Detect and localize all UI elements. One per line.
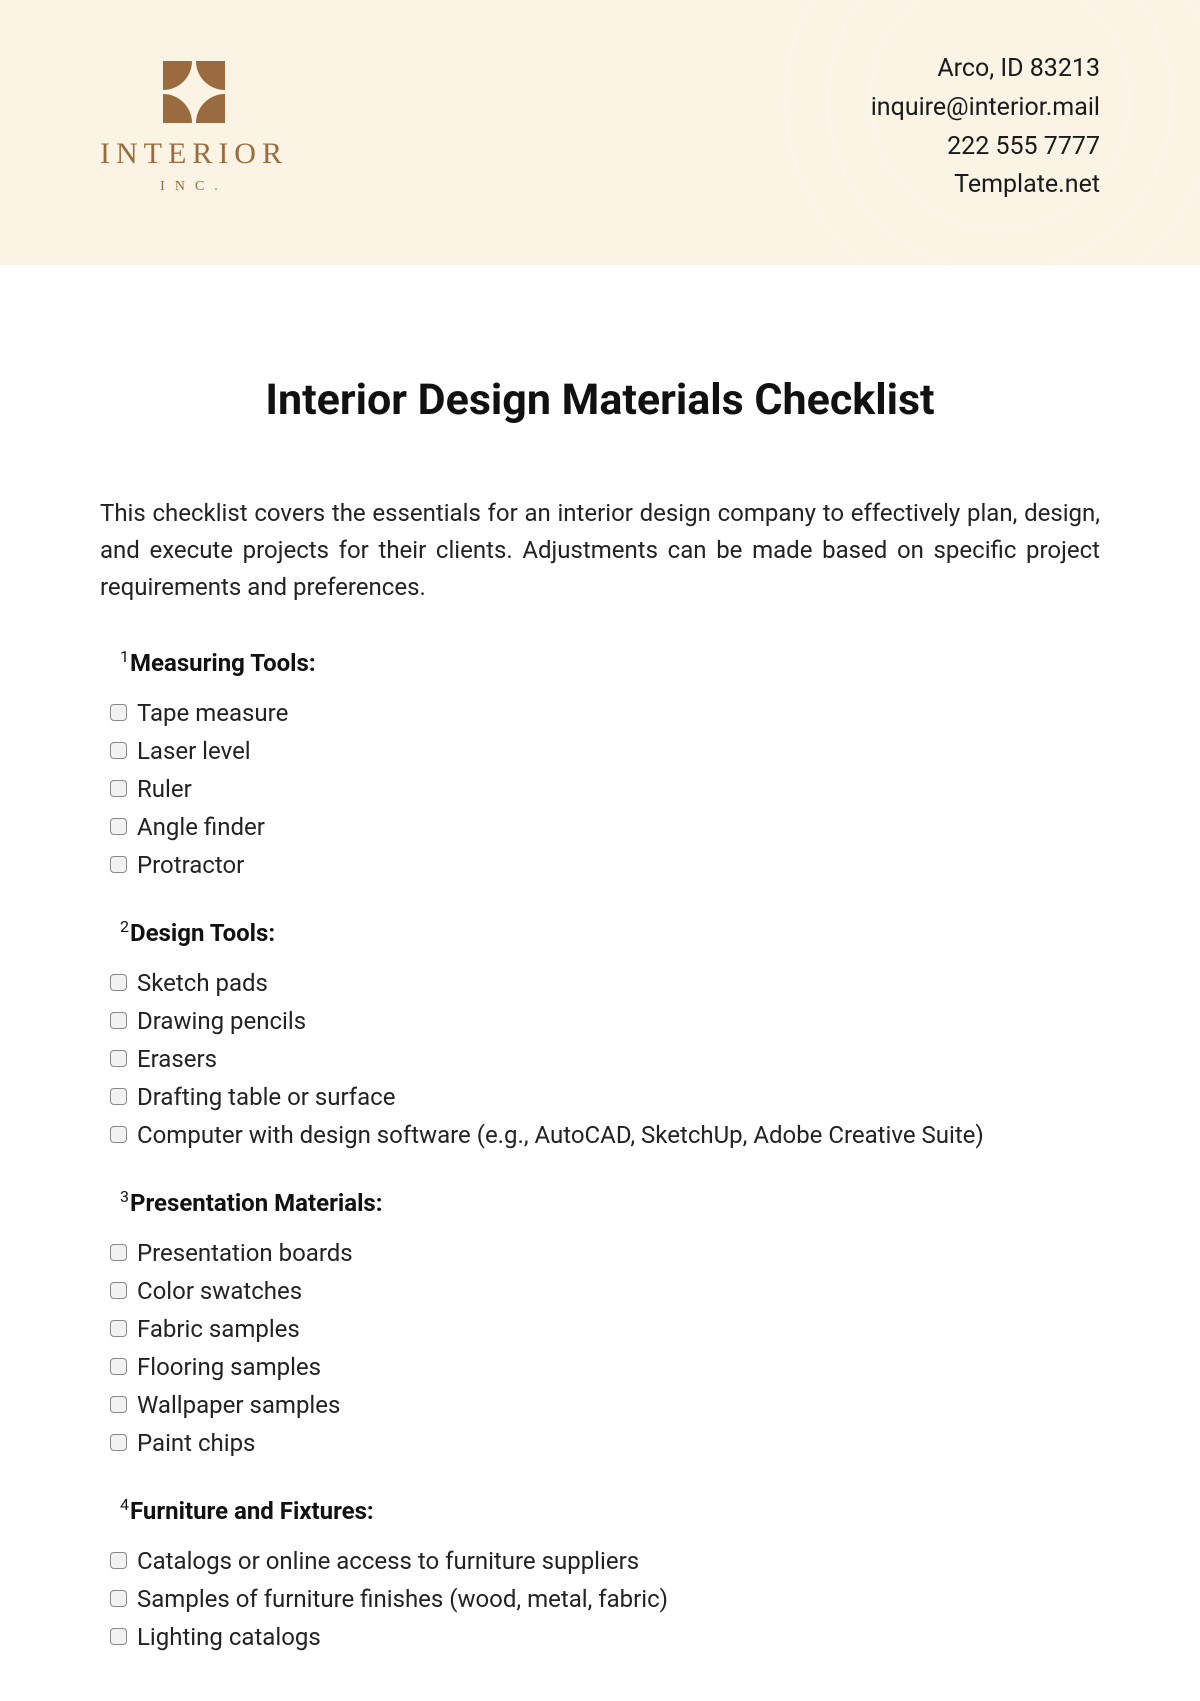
checklist-section: 3Presentation Materials: Presentation boa…: [100, 1187, 1100, 1457]
checkbox-icon[interactable]: [110, 1552, 127, 1569]
checklist-item-label: Tape measure: [137, 699, 288, 727]
logo-name: INTERIOR: [100, 137, 288, 171]
section-title-text: Furniture and Fixtures:: [130, 1497, 374, 1525]
contact-email: inquire@interior.mail: [871, 89, 1100, 128]
section-heading: 4Furniture and Fixtures:: [120, 1495, 1100, 1525]
section-number: 1: [120, 647, 129, 666]
checklist-item: Lighting catalogs: [110, 1623, 1100, 1651]
checklist-item: Color swatches: [110, 1277, 1100, 1305]
section-heading: 2Design Tools:: [120, 917, 1100, 947]
checklist-item-label: Wallpaper samples: [137, 1391, 340, 1419]
logo-icon: [163, 61, 225, 123]
checklist-item-label: Presentation boards: [137, 1239, 353, 1267]
section-title-text: Measuring Tools:: [130, 649, 316, 677]
checklist-item: Angle finder: [110, 813, 1100, 841]
section-heading: 1Measuring Tools:: [120, 647, 1100, 677]
checklist-item: Fabric samples: [110, 1315, 1100, 1343]
checkbox-icon[interactable]: [110, 818, 127, 835]
checklist-item: Computer with design software (e.g., Aut…: [110, 1121, 1100, 1149]
checklist-item: Protractor: [110, 851, 1100, 879]
contact-address: Arco, ID 83213: [871, 50, 1100, 89]
checkbox-icon[interactable]: [110, 1396, 127, 1413]
checklist-section: 1Measuring Tools: Tape measure Laser level…: [100, 647, 1100, 879]
checklist-section: 2Design Tools: Sketch pads Drawing pencils…: [100, 917, 1100, 1149]
checklist-item: Laser level: [110, 737, 1100, 765]
page-title: Interior Design Materials Checklist: [100, 375, 1100, 425]
checkbox-icon[interactable]: [110, 856, 127, 873]
checklist-item-label: Sketch pads: [137, 969, 268, 997]
checklist-item-label: Laser level: [137, 737, 251, 765]
section-number: 4: [120, 1495, 129, 1514]
logo-subtitle: INC.: [160, 179, 228, 195]
checklist-item: Drafting table or surface: [110, 1083, 1100, 1111]
checklist-item-label: Erasers: [137, 1045, 217, 1073]
checklist-item-label: Flooring samples: [137, 1353, 321, 1381]
document-body: Interior Design Materials Checklist This…: [0, 265, 1200, 1651]
checkbox-icon[interactable]: [110, 1012, 127, 1029]
checklist-item: Drawing pencils: [110, 1007, 1100, 1035]
checkbox-icon[interactable]: [110, 1434, 127, 1451]
checklist-item-label: Paint chips: [137, 1429, 255, 1457]
checklist-item: Ruler: [110, 775, 1100, 803]
checkbox-icon[interactable]: [110, 742, 127, 759]
checklist-item-label: Angle finder: [137, 813, 265, 841]
checklist-item: Samples of furniture finishes (wood, met…: [110, 1585, 1100, 1613]
section-title-text: Design Tools:: [130, 919, 275, 947]
contact-info: Arco, ID 83213 inquire@interior.mail 222…: [871, 50, 1100, 205]
checklist-item-label: Fabric samples: [137, 1315, 300, 1343]
checkbox-icon[interactable]: [110, 1358, 127, 1375]
checkbox-icon[interactable]: [110, 1590, 127, 1607]
checkbox-icon[interactable]: [110, 1126, 127, 1143]
checklist-item-label: Ruler: [137, 775, 192, 803]
checklist-item: Catalogs or online access to furniture s…: [110, 1547, 1100, 1575]
contact-phone: 222 555 7777: [871, 128, 1100, 167]
checklist-item-label: Samples of furniture finishes (wood, met…: [137, 1585, 668, 1613]
checkbox-icon[interactable]: [110, 1320, 127, 1337]
checklist-item: Presentation boards: [110, 1239, 1100, 1267]
checklist-item: Sketch pads: [110, 969, 1100, 997]
checklist-item-label: Drafting table or surface: [137, 1083, 395, 1111]
checklist-item-label: Drawing pencils: [137, 1007, 306, 1035]
contact-site: Template.net: [871, 166, 1100, 205]
checklist-item: Tape measure: [110, 699, 1100, 727]
checklist-item: Wallpaper samples: [110, 1391, 1100, 1419]
checklist-section: 4Furniture and Fixtures: Catalogs or onli…: [100, 1495, 1100, 1651]
checkbox-icon[interactable]: [110, 780, 127, 797]
intro-paragraph: This checklist covers the essentials for…: [100, 495, 1100, 607]
checklist-item-label: Protractor: [137, 851, 244, 879]
document-header: INTERIOR INC. Arco, ID 83213 inquire@int…: [0, 0, 1200, 265]
company-logo: INTERIOR INC.: [100, 61, 288, 195]
checklist-item-label: Computer with design software (e.g., Aut…: [137, 1121, 984, 1149]
checkbox-icon[interactable]: [110, 704, 127, 721]
checklist-item: Erasers: [110, 1045, 1100, 1073]
section-heading: 3Presentation Materials:: [120, 1187, 1100, 1217]
section-title-text: Presentation Materials:: [130, 1189, 383, 1217]
checklist-item-label: Color swatches: [137, 1277, 302, 1305]
checkbox-icon[interactable]: [110, 1088, 127, 1105]
checkbox-icon[interactable]: [110, 1628, 127, 1645]
section-number: 2: [120, 917, 129, 936]
checklist-item-label: Catalogs or online access to furniture s…: [137, 1547, 639, 1575]
checklist-item: Flooring samples: [110, 1353, 1100, 1381]
checkbox-icon[interactable]: [110, 1244, 127, 1261]
checklist-item: Paint chips: [110, 1429, 1100, 1457]
checkbox-icon[interactable]: [110, 974, 127, 991]
checklist-item-label: Lighting catalogs: [137, 1623, 321, 1651]
section-number: 3: [120, 1187, 129, 1206]
checkbox-icon[interactable]: [110, 1282, 127, 1299]
checkbox-icon[interactable]: [110, 1050, 127, 1067]
